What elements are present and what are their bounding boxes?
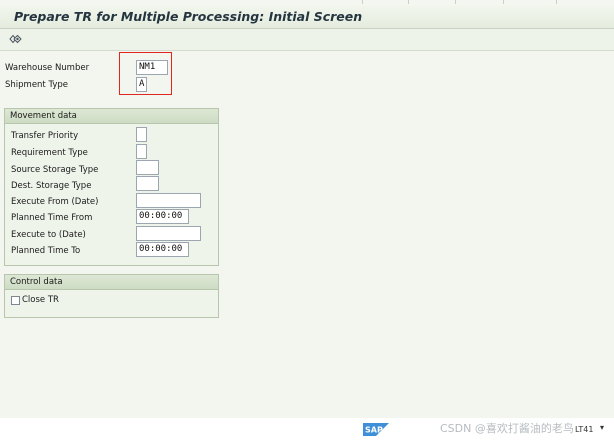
execute-to-label: Execute to (Date): [11, 230, 86, 240]
application-toolbar: [0, 29, 614, 51]
dest-storage-type-field[interactable]: [136, 176, 159, 191]
dest-storage-type-label: Dest. Storage Type: [11, 181, 92, 191]
source-storage-type-field[interactable]: [136, 160, 159, 175]
execute-icon[interactable]: [9, 33, 23, 45]
requirement-type-field[interactable]: [136, 144, 147, 159]
triangle-down-icon[interactable]: ▾: [600, 423, 604, 432]
main-content: Warehouse Number NM1 Shipment Type A Mov…: [0, 51, 614, 418]
source-storage-type-label: Source Storage Type: [11, 165, 99, 175]
close-tr-checkbox[interactable]: [11, 296, 20, 305]
transfer-priority-field[interactable]: [136, 127, 147, 142]
control-data-header: Control data: [5, 275, 218, 290]
close-tr-label: Close TR: [22, 295, 59, 305]
planned-time-from-label: Planned Time From: [11, 213, 93, 223]
control-data-title: Control data: [10, 277, 63, 287]
planned-time-from-field[interactable]: 00:00:00: [136, 209, 189, 224]
shipment-type-label: Shipment Type: [5, 80, 68, 90]
transaction-code: LT41: [575, 425, 594, 434]
execute-from-date-field[interactable]: [136, 193, 201, 208]
movement-data-header: Movement data: [5, 109, 218, 124]
title-bar: Prepare TR for Multiple Processing: Init…: [0, 4, 614, 29]
requirement-type-label: Requirement Type: [11, 148, 88, 158]
planned-time-to-field[interactable]: 00:00:00: [136, 242, 189, 257]
watermark: CSDN @喜欢打酱油的老鸟: [440, 422, 574, 435]
execute-to-date-field[interactable]: [136, 226, 201, 241]
planned-time-to-label: Planned Time To: [11, 246, 81, 256]
execute-from-label: Execute From (Date): [11, 197, 99, 207]
control-data-group: Control data Close TR: [4, 274, 219, 318]
movement-data-group: Movement data Transfer Priority Requirem…: [4, 108, 219, 266]
transfer-priority-label: Transfer Priority: [11, 131, 79, 141]
warehouse-number-label: Warehouse Number: [5, 63, 90, 73]
highlight-box: [119, 52, 172, 95]
status-bar: SAP CSDN @喜欢打酱油的老鸟 LT41 ▾: [0, 418, 614, 447]
sap-logo-text: SAP: [365, 426, 383, 435]
page-title: Prepare TR for Multiple Processing: Init…: [14, 9, 363, 24]
sap-logo: SAP: [363, 423, 389, 436]
movement-data-title: Movement data: [10, 111, 77, 121]
